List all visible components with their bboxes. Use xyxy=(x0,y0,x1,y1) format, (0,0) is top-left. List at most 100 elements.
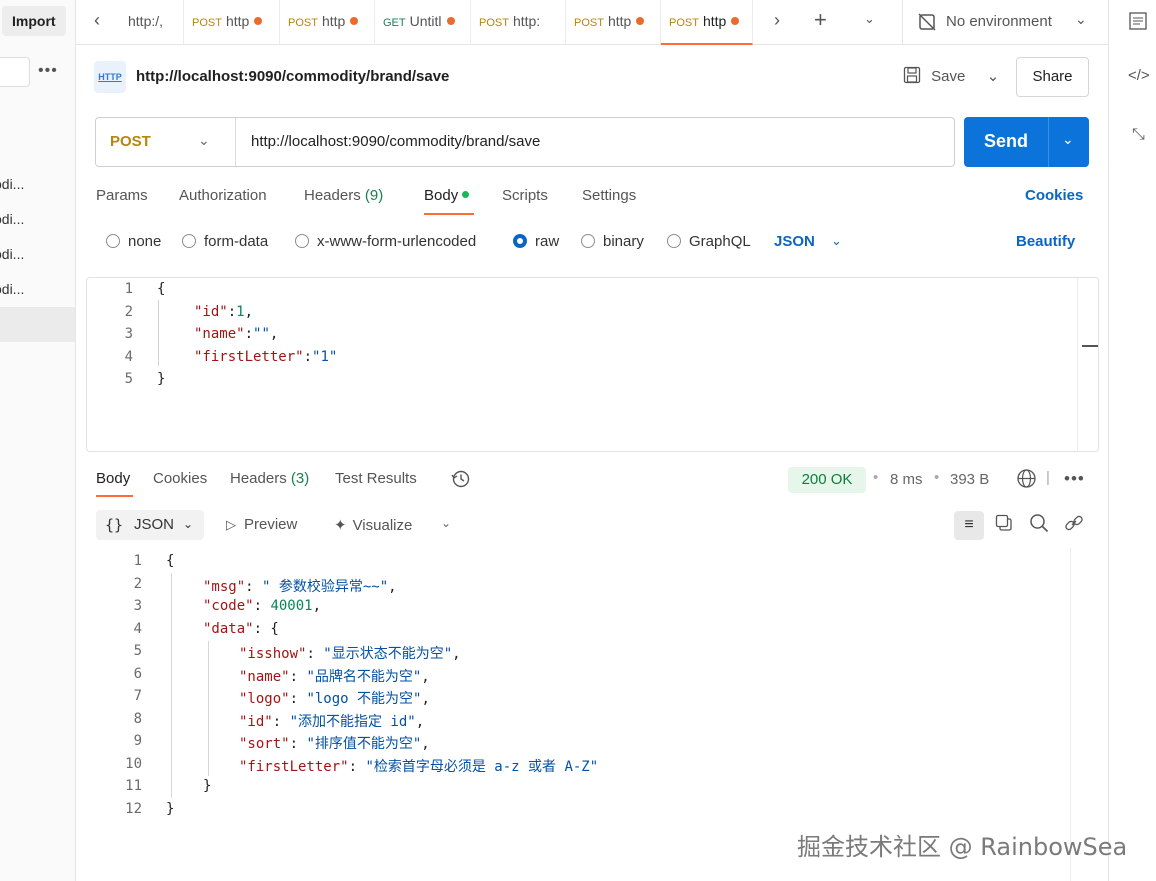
chevron-down-icon[interactable]: ⌄ xyxy=(441,516,451,530)
sidebar-item[interactable]: odi... xyxy=(0,176,24,192)
url-input[interactable]: http://localhost:9090/commodity/brand/sa… xyxy=(251,133,540,150)
response-tab-test-results[interactable]: Test Results xyxy=(335,470,417,487)
request-title[interactable]: http://localhost:9090/commodity/brand/sa… xyxy=(136,68,449,85)
response-tab-body[interactable]: Body xyxy=(96,470,130,487)
unsaved-dot-icon xyxy=(636,17,645,25)
chevron-right-icon[interactable]: › xyxy=(774,10,780,31)
sidebar-item[interactable]: odi... xyxy=(0,281,24,297)
sidebar-item[interactable]: odi... xyxy=(0,246,24,262)
tab-list-chevron-icon[interactable]: ⌄ xyxy=(864,11,875,27)
line-number: 3 xyxy=(124,326,133,342)
import-button[interactable]: Import xyxy=(2,6,66,36)
code-line: } xyxy=(166,801,175,817)
active-tab-underline xyxy=(96,495,133,497)
environment-select[interactable]: No environment ⌄ xyxy=(902,0,1107,45)
response-id-value: "添加不能指定 id" xyxy=(289,714,416,730)
raw-format-select[interactable]: JSON xyxy=(774,233,815,250)
sidebar-search-input[interactable] xyxy=(0,57,30,87)
tab-body[interactable]: Body xyxy=(424,187,470,204)
save-button[interactable]: Save xyxy=(903,62,965,92)
request-tab[interactable]: GET Untitl xyxy=(375,0,471,45)
line-number: 1 xyxy=(133,553,142,569)
request-tab[interactable]: POST http: xyxy=(471,0,566,45)
watermark: 掘金技术社区 @ RainbowSea xyxy=(797,833,1128,861)
response-format-select[interactable]: {} JSON ⌄ xyxy=(96,510,204,540)
sidebar-item-selected[interactable] xyxy=(0,307,75,342)
request-tab[interactable]: http:/, xyxy=(120,0,184,45)
method-select[interactable]: POST ⌄ xyxy=(96,118,236,166)
request-tab[interactable]: POST http xyxy=(566,0,661,45)
tab-params[interactable]: Params xyxy=(96,187,148,204)
line-number: 9 xyxy=(133,733,142,749)
share-button[interactable]: Share xyxy=(1016,57,1089,97)
status-badge[interactable]: 200 OK xyxy=(788,467,866,493)
sidebar-more-button[interactable]: ••• xyxy=(38,62,58,80)
response-tab-cookies[interactable]: Cookies xyxy=(153,470,207,487)
preview-button[interactable]: ▷ Preview xyxy=(226,516,297,533)
send-button[interactable]: Send ⌄ xyxy=(964,117,1089,167)
request-body-editor[interactable]: 1 2 3 4 5 { "id":1, "name":"", "firstLet… xyxy=(86,277,1099,452)
tab-method: POST xyxy=(479,17,509,29)
radio-form-data[interactable]: form-data xyxy=(182,233,268,250)
history-icon[interactable] xyxy=(451,469,471,495)
response-sort-value: "排序值不能为空" xyxy=(306,736,422,752)
cookies-link[interactable]: Cookies xyxy=(1025,187,1083,204)
tab-method: POST xyxy=(669,17,699,29)
tab-scripts[interactable]: Scripts xyxy=(502,187,548,204)
tab-settings[interactable]: Settings xyxy=(582,187,636,204)
tab-headers-label: Headers xyxy=(304,187,361,204)
code-line: "data": { xyxy=(203,621,279,637)
chevron-down-icon: ⌄ xyxy=(1075,11,1087,27)
editor-scrollbar[interactable] xyxy=(1077,278,1078,451)
line-number: 10 xyxy=(125,756,142,772)
response-firstletter-value: "检索首字母必须是 a-z 或者 A-Z" xyxy=(365,759,599,775)
unsaved-dot-icon xyxy=(731,17,740,25)
response-time[interactable]: 8 ms xyxy=(890,471,923,488)
send-options-chevron-icon[interactable]: ⌄ xyxy=(1062,131,1074,148)
response-more-icon[interactable]: ••• xyxy=(1064,469,1085,489)
line-number: 3 xyxy=(133,598,142,614)
link-icon[interactable] xyxy=(1064,513,1084,538)
search-icon[interactable] xyxy=(1029,513,1049,538)
line-number: 1 xyxy=(124,281,133,297)
visualize-icon: ✦ xyxy=(334,517,347,534)
code-line: } xyxy=(203,778,212,794)
radio-raw[interactable]: raw xyxy=(513,233,559,250)
headers-count: (9) xyxy=(364,187,384,204)
new-tab-plus-icon[interactable]: + xyxy=(814,7,827,33)
tab-headers[interactable]: Headers (9) xyxy=(304,187,383,204)
radio-circle-icon xyxy=(667,234,681,248)
chevron-down-icon: ⌄ xyxy=(198,132,210,148)
copy-icon[interactable] xyxy=(994,513,1014,538)
radio-none[interactable]: none xyxy=(106,233,161,250)
tab-authorization[interactable]: Authorization xyxy=(179,187,267,204)
radio-x-www-form-urlencoded[interactable]: x-www-form-urlencoded xyxy=(295,233,476,250)
code-line: "firstLetter":"1" xyxy=(194,349,338,365)
method-label: POST xyxy=(110,133,151,150)
wrap-lines-icon[interactable]: ≡ xyxy=(954,511,984,540)
request-tab[interactable]: POST http xyxy=(184,0,280,45)
chevron-left-icon[interactable]: ‹ xyxy=(94,10,100,31)
request-tab-active[interactable]: POST http xyxy=(661,0,753,45)
radio-label: raw xyxy=(535,233,560,250)
globe-icon[interactable] xyxy=(1016,468,1037,495)
response-tab-headers[interactable]: Headers (3) xyxy=(230,470,309,487)
chevron-down-icon[interactable]: ⌄ xyxy=(831,233,842,249)
radio-binary[interactable]: binary xyxy=(581,233,644,250)
radio-graphql[interactable]: GraphQL xyxy=(667,233,751,250)
tab-method: GET xyxy=(383,17,406,29)
visualize-button[interactable]: ✦ Visualize xyxy=(334,516,412,534)
radio-label: binary xyxy=(603,233,644,250)
tab-label: http:/, xyxy=(128,13,164,29)
response-size[interactable]: 393 B xyxy=(950,471,989,488)
notes-icon[interactable] xyxy=(1129,12,1147,34)
code-snippet-icon[interactable]: </> xyxy=(1128,67,1150,84)
request-tab[interactable]: POST http xyxy=(280,0,375,45)
code-line: "sort": "排序值不能为空", xyxy=(239,736,430,752)
sidebar-item[interactable]: odi... xyxy=(0,211,24,227)
beautify-link[interactable]: Beautify xyxy=(1016,233,1075,250)
code-line: "name": "品牌名不能为空", xyxy=(239,669,430,685)
collapse-arrows-icon[interactable]: ⤡ xyxy=(1132,126,1145,144)
save-options-chevron-icon[interactable]: ⌄ xyxy=(980,62,1006,92)
line-number: 5 xyxy=(133,643,142,659)
